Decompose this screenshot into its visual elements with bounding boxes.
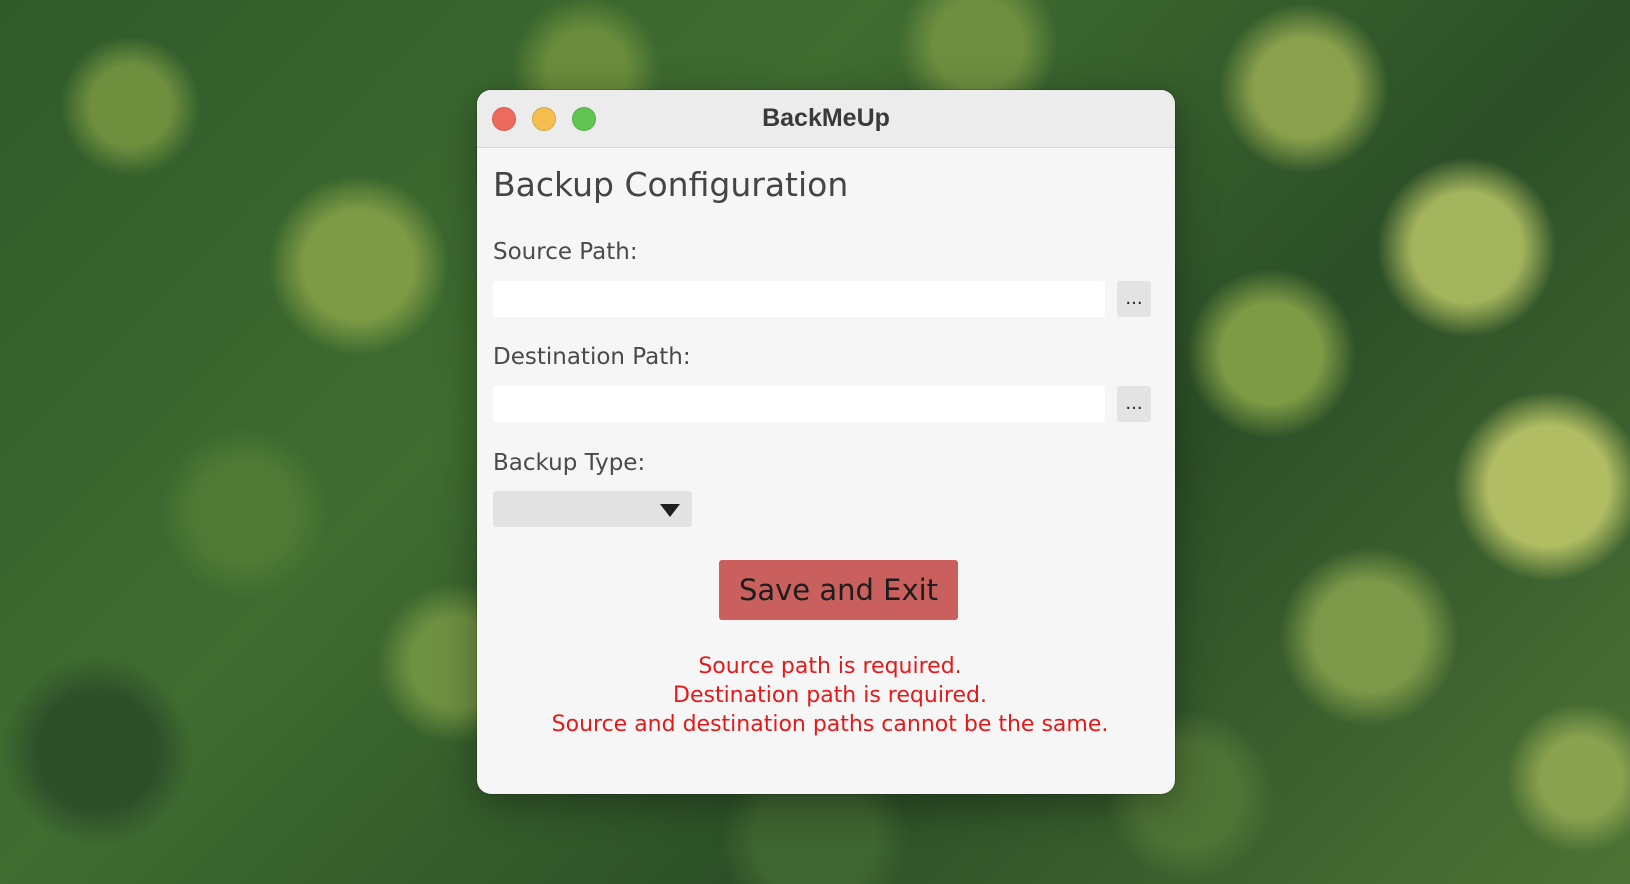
window-title: BackMeUp [762, 104, 890, 132]
backup-config-form: Backup Configuration Source Path: ... De… [493, 147, 1151, 794]
validation-errors: Source path is required. Destination pat… [493, 652, 1167, 739]
destination-path-label: Destination Path: [493, 344, 691, 370]
app-window: BackMeUp Backup Configuration Source Pat… [477, 90, 1175, 794]
page-title: Backup Configuration [493, 165, 849, 204]
source-path-label: Source Path: [493, 239, 638, 265]
source-browse-button[interactable]: ... [1117, 281, 1151, 317]
backup-type-label: Backup Type: [493, 450, 646, 476]
source-path-input[interactable] [493, 281, 1105, 317]
dropdown-arrow-icon [660, 504, 680, 517]
destination-browse-button[interactable]: ... [1117, 386, 1151, 422]
backup-type-dropdown[interactable] [493, 491, 692, 527]
destination-path-input[interactable] [493, 386, 1105, 422]
error-message: Source and destination paths cannot be t… [551, 712, 1109, 737]
error-message: Destination path is required. [673, 683, 987, 708]
error-message: Source path is required. [698, 654, 962, 679]
title-bar[interactable]: BackMeUp [477, 90, 1175, 148]
save-and-exit-button[interactable]: Save and Exit [719, 560, 958, 620]
